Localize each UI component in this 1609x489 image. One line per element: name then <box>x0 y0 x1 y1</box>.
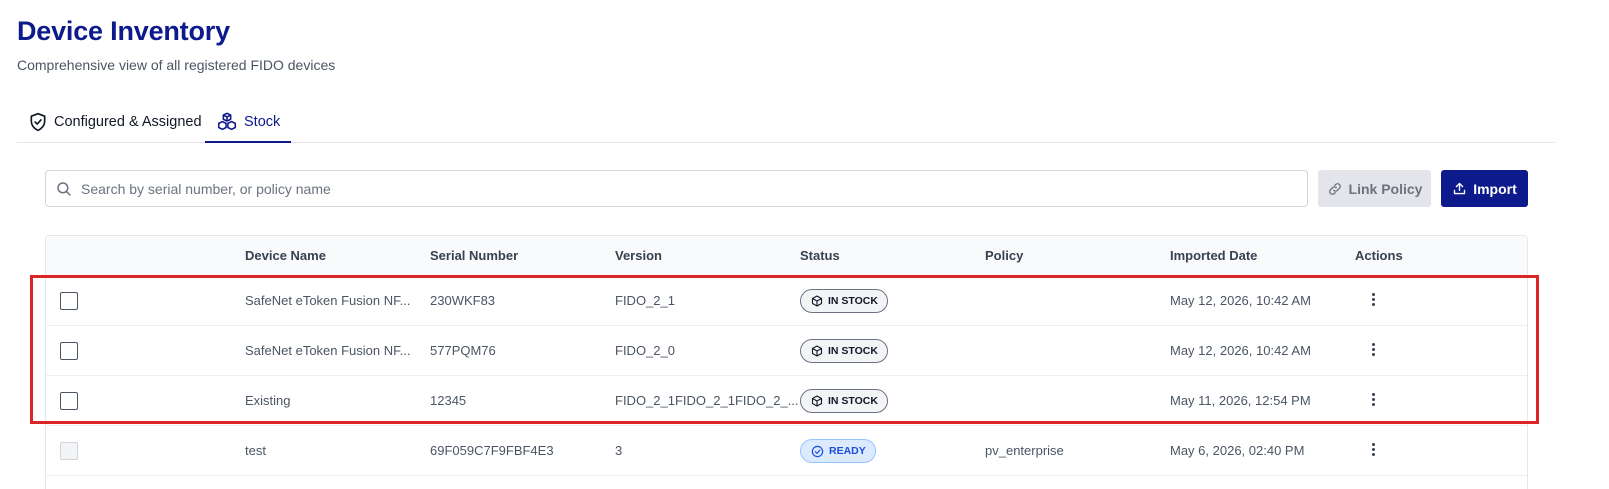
status-label: IN STOCK <box>828 395 878 407</box>
policy-cell: pv_enterprise <box>985 443 1064 458</box>
table-row[interactable]: test 69F059C7F9FBF4E3 3 READY pv_enterpr… <box>46 426 1527 476</box>
search-input[interactable] <box>81 180 1307 197</box>
status-badge: IN STOCK <box>800 289 888 313</box>
link-policy-button[interactable]: Link Policy <box>1318 170 1431 207</box>
table-row[interactable]: SafeNet eToken Fusion NF... 230WKF83 FID… <box>46 276 1527 326</box>
row-checkbox <box>60 442 78 460</box>
package-icon <box>811 295 823 307</box>
serial-number-cell: 69F059C7F9FBF4E3 <box>430 443 554 458</box>
version-cell: 3 <box>615 443 623 458</box>
row-checkbox[interactable] <box>60 392 78 410</box>
tab-bar: Configured & Assigned Stock <box>17 102 1555 143</box>
link-icon <box>1328 182 1341 195</box>
imported-date-cell: May 11, 2026, 12:54 PM <box>1170 393 1311 408</box>
page-title: Device Inventory <box>17 16 230 46</box>
status-badge: READY <box>800 439 876 463</box>
column-header-imported-date[interactable]: Imported Date <box>1170 236 1257 276</box>
imported-date-cell: May 12, 2026, 10:42 AM <box>1170 293 1311 308</box>
tab-configured-assigned[interactable]: Configured & Assigned <box>17 102 213 142</box>
serial-number-cell: 230WKF83 <box>430 293 496 308</box>
table-row[interactable]: SafeNet eToken Fusion NF... 577PQM76 FID… <box>46 326 1527 376</box>
status-badge: IN STOCK <box>800 339 888 363</box>
serial-number-cell: 12345 <box>430 393 467 408</box>
version-cell: FIDO_2_1 <box>615 293 675 308</box>
shield-check-icon <box>28 112 48 132</box>
status-badge: IN STOCK <box>800 389 888 413</box>
search-icon <box>57 181 71 196</box>
status-label: READY <box>829 445 866 457</box>
device-name-cell: Existing <box>245 393 291 408</box>
tab-stock-label: Stock <box>244 114 281 130</box>
search-box <box>45 170 1308 207</box>
more-actions-icon[interactable] <box>1371 293 1375 309</box>
device-table: Device Name Serial Number Version Status… <box>45 235 1528 489</box>
device-name-cell: SafeNet eToken Fusion NF... <box>245 343 411 358</box>
row-checkbox[interactable] <box>60 292 78 310</box>
status-label: IN STOCK <box>828 295 878 307</box>
table-header: Device Name Serial Number Version Status… <box>46 236 1527 276</box>
import-label: Import <box>1473 180 1517 197</box>
package-icon <box>811 395 823 407</box>
column-header-policy[interactable]: Policy <box>985 236 1023 276</box>
link-policy-label: Link Policy <box>1348 180 1423 197</box>
package-icon <box>811 345 823 357</box>
tab-configured-assigned-label: Configured & Assigned <box>54 114 202 130</box>
column-header-version[interactable]: Version <box>615 236 662 276</box>
page-subtitle: Comprehensive view of all registered FID… <box>17 57 336 73</box>
boxes-icon <box>216 111 238 133</box>
check-circle-icon <box>811 445 824 457</box>
version-cell: FIDO_2_0 <box>615 343 675 358</box>
row-checkbox[interactable] <box>60 342 78 360</box>
imported-date-cell: May 12, 2026, 10:42 AM <box>1170 343 1311 358</box>
upload-icon <box>1454 182 1466 195</box>
device-name-cell: SafeNet eToken Fusion NF... <box>245 293 411 308</box>
column-header-actions: Actions <box>1355 248 1403 263</box>
column-header-device-name[interactable]: Device Name <box>245 236 326 276</box>
import-button[interactable]: Import <box>1441 170 1528 207</box>
more-actions-icon[interactable] <box>1371 443 1375 459</box>
imported-date-cell: May 6, 2026, 02:40 PM <box>1170 443 1305 458</box>
column-header-status[interactable]: Status <box>800 236 840 276</box>
more-actions-icon[interactable] <box>1371 343 1375 359</box>
column-header-serial-number[interactable]: Serial Number <box>430 236 518 276</box>
table-row[interactable]: Existing 12345 FIDO_2_1FIDO_2_1FIDO_2_..… <box>46 376 1527 426</box>
device-name-cell: test <box>245 443 266 458</box>
version-cell: FIDO_2_1FIDO_2_1FIDO_2_... <box>615 393 799 408</box>
more-actions-icon[interactable] <box>1371 393 1375 409</box>
tab-stock[interactable]: Stock <box>205 102 292 143</box>
serial-number-cell: 577PQM76 <box>430 343 496 358</box>
status-label: IN STOCK <box>828 345 878 357</box>
